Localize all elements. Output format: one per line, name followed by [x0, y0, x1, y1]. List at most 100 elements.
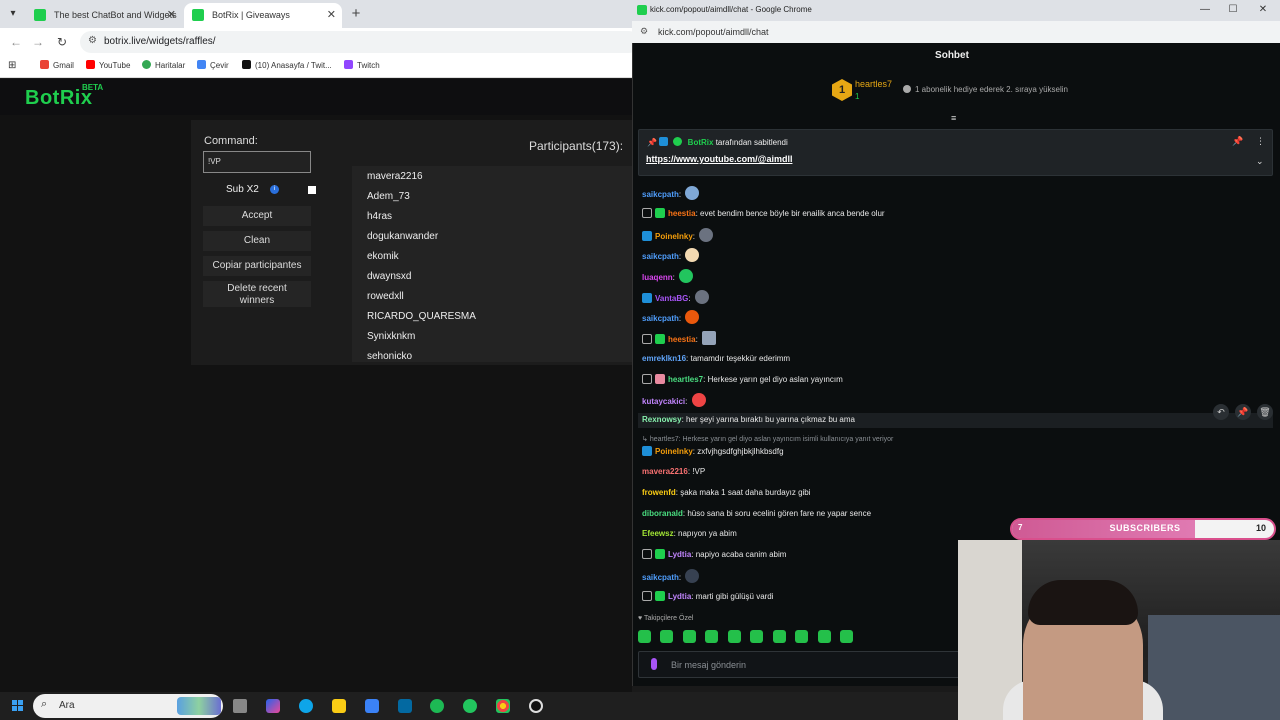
emote-picker-icon[interactable] [651, 658, 657, 670]
participants-list[interactable]: mavera2216 Adem_73 h4ras dogukanwander e… [352, 166, 632, 362]
close-icon[interactable]: ✕ [327, 3, 336, 27]
message-username[interactable]: Lydtia [668, 592, 691, 601]
outlook-icon[interactable] [398, 699, 412, 713]
quick-emote-icon[interactable] [705, 630, 719, 643]
chat-message: heestia: [642, 331, 717, 345]
quick-emote-icon[interactable] [817, 630, 831, 643]
info-icon[interactable]: i [270, 185, 279, 194]
more-options-icon[interactable]: ⋮ [1256, 136, 1265, 147]
search-highlight-image [177, 697, 221, 715]
quick-emote-icon[interactable] [660, 630, 674, 643]
bot-badge-icon [642, 446, 652, 456]
reload-icon[interactable]: ↻ [54, 34, 70, 50]
quick-emote-icon[interactable] [840, 630, 854, 643]
placeholder-badge-icon [642, 334, 652, 344]
participant-item: RICARDO_QUARESMA [367, 311, 476, 322]
message-username[interactable]: kutaycakici [642, 397, 685, 406]
message-username[interactable]: saikcpath [642, 190, 679, 199]
bookmark-gmail[interactable]: Gmail [40, 60, 74, 70]
tab-chatbot[interactable]: The best ChatBot and Widgets ✕ [26, 3, 182, 28]
new-tab-button[interactable]: + [346, 4, 366, 24]
message-username[interactable]: PoineInky [655, 447, 693, 456]
site-settings-icon[interactable]: ⚙ [640, 26, 648, 37]
taskbar-search[interactable]: ⌕ Ara [33, 694, 223, 718]
quick-emote-icon[interactable] [772, 630, 786, 643]
tab-giveaways[interactable]: BotRix | Giveaways ✕ [184, 3, 342, 28]
pinned-link[interactable]: https://www.youtube.com/@aimdll [646, 154, 792, 164]
delete-winners-button[interactable]: Delete recent winners [203, 281, 311, 307]
clean-button[interactable]: Clean [203, 231, 311, 251]
message-username[interactable]: diboranald [642, 509, 683, 518]
bookmark-translate[interactable]: Çevir [197, 60, 229, 70]
quick-emote-icon[interactable] [682, 630, 696, 643]
bookmark-maps[interactable]: Haritalar [142, 60, 185, 70]
bookmark-twitch[interactable]: Twitch [344, 60, 380, 70]
message-username[interactable]: saikcpath [642, 573, 679, 582]
pin-message-icon[interactable]: 📌 [1235, 404, 1251, 420]
tab-search-icon[interactable]: ▾ [4, 5, 22, 23]
emote-icon [685, 310, 700, 324]
bookmark-twitter[interactable]: (10) Anasayfa / Twit... [242, 60, 332, 70]
message-text: tamamdır teşekkür ederimm [690, 354, 791, 363]
obs-icon[interactable] [529, 699, 543, 713]
message-username[interactable]: mavera2216 [642, 467, 688, 476]
participant-item: ekomik [367, 251, 399, 262]
sub-multiplier-checkbox[interactable] [308, 186, 316, 194]
minimize-icon[interactable]: — [1198, 4, 1212, 15]
windows-start-icon[interactable] [12, 700, 24, 712]
maximize-icon[interactable]: ☐ [1226, 4, 1240, 15]
command-input[interactable]: !VP [203, 151, 311, 173]
apps-icon[interactable]: ⊞ [8, 60, 16, 71]
leader-name[interactable]: heartles7 [855, 79, 892, 89]
message-username[interactable]: Lydtia [668, 550, 691, 559]
message-username[interactable]: heartles7 [668, 375, 703, 384]
edge-icon[interactable] [299, 699, 313, 713]
message-username[interactable]: heestia [668, 335, 696, 344]
message-text: napıyon ya abim [678, 529, 737, 538]
quick-emote-icon[interactable] [795, 630, 809, 643]
message-username[interactable]: luaqenn [642, 273, 673, 282]
quick-emote-icon[interactable] [750, 630, 764, 643]
chevron-down-icon[interactable]: ⌄ [1256, 156, 1264, 167]
copy-participants-button[interactable]: Copiar participantes [203, 256, 311, 276]
subscribers-goal: 10 [1255, 523, 1266, 533]
bot-badge-icon [642, 293, 652, 303]
chat-message-hovered[interactable]: Rexnowsy: her şeyi yarına bıraktı bu yar… [638, 413, 1273, 428]
message-username[interactable]: VantaBG [655, 294, 688, 303]
chat-message: saikcpath: [642, 186, 700, 200]
url-field[interactable]: ⚙ botrix.live/widgets/raffles/ [80, 31, 640, 53]
close-icon[interactable]: ✕ [167, 3, 176, 27]
message-username[interactable]: emreklkn16 [642, 354, 686, 363]
quick-emote-icon[interactable] [638, 630, 651, 643]
reply-icon[interactable]: ↶ [1213, 404, 1229, 420]
chrome-icon[interactable] [496, 699, 510, 713]
back-icon[interactable]: ← [8, 34, 24, 50]
chat-message-input[interactable]: Bir mesaj gönderin [638, 651, 968, 678]
message-username[interactable]: saikcpath [642, 252, 679, 261]
message-username[interactable]: Efeewsz [642, 529, 674, 538]
reply-preview-text: heartles7: Herkese yarın gel diyo aslan … [649, 436, 894, 443]
pinned-by-name[interactable]: BotRix [688, 138, 714, 147]
store-icon[interactable] [365, 699, 379, 713]
quick-emote-icon[interactable] [727, 630, 741, 643]
accept-button[interactable]: Accept [203, 206, 311, 226]
task-view-icon[interactable] [233, 699, 247, 713]
spotify-icon[interactable] [430, 699, 444, 713]
message-username[interactable]: heestia [668, 209, 696, 218]
delete-icon[interactable]: 🗑 [1257, 404, 1273, 420]
message-username[interactable]: saikcpath [642, 314, 679, 323]
command-label: Command: [204, 135, 258, 147]
unpin-icon[interactable]: 📌 [1232, 136, 1243, 147]
message-text: marti gibi gülüşü vardi [695, 592, 774, 601]
site-settings-icon[interactable]: ⚙ [88, 35, 97, 46]
forward-icon[interactable]: → [30, 34, 46, 50]
message-username[interactable]: frowenfd [642, 488, 676, 497]
copilot-icon[interactable] [266, 699, 280, 713]
message-username[interactable]: PoineInky [655, 232, 693, 241]
bookmark-youtube[interactable]: YouTube [86, 60, 130, 70]
collapse-handle-icon[interactable]: ≡ [951, 113, 956, 123]
close-window-icon[interactable]: ✕ [1256, 4, 1270, 15]
file-explorer-icon[interactable] [332, 699, 346, 713]
message-username[interactable]: Rexnowsy [642, 415, 682, 424]
app-icon[interactable] [463, 699, 477, 713]
